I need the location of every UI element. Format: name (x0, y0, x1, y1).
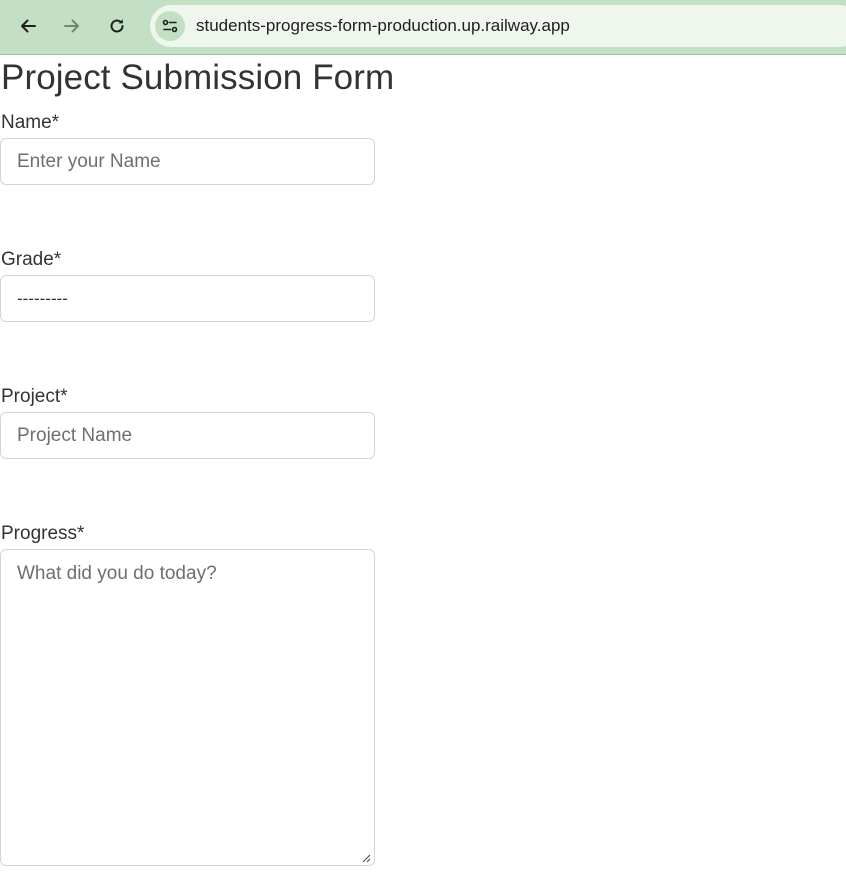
grade-select[interactable]: --------- (0, 275, 375, 322)
progress-label: Progress* (1, 523, 85, 544)
reload-icon (110, 19, 124, 33)
forward-button[interactable] (55, 9, 89, 43)
progress-textarea[interactable] (0, 549, 375, 866)
browser-toolbar: students-progress-form-production.up.rai… (0, 0, 846, 55)
tune-icon (162, 19, 178, 33)
page-title: Project Submission Form (1, 58, 395, 97)
arrow-left-icon (21, 19, 36, 33)
site-info-button[interactable] (155, 11, 185, 41)
resize-handle-icon[interactable] (361, 853, 371, 863)
reload-button[interactable] (100, 9, 134, 43)
address-bar[interactable]: students-progress-form-production.up.rai… (150, 5, 846, 47)
url-text[interactable]: students-progress-form-production.up.rai… (196, 16, 570, 36)
name-input[interactable] (0, 138, 375, 185)
back-button[interactable] (11, 9, 45, 43)
name-label: Name* (1, 112, 60, 133)
project-label: Project* (1, 386, 68, 407)
grade-label: Grade* (1, 249, 62, 270)
grade-selected-value: --------- (17, 288, 68, 308)
arrow-right-icon (64, 19, 79, 33)
project-input[interactable] (0, 412, 375, 459)
